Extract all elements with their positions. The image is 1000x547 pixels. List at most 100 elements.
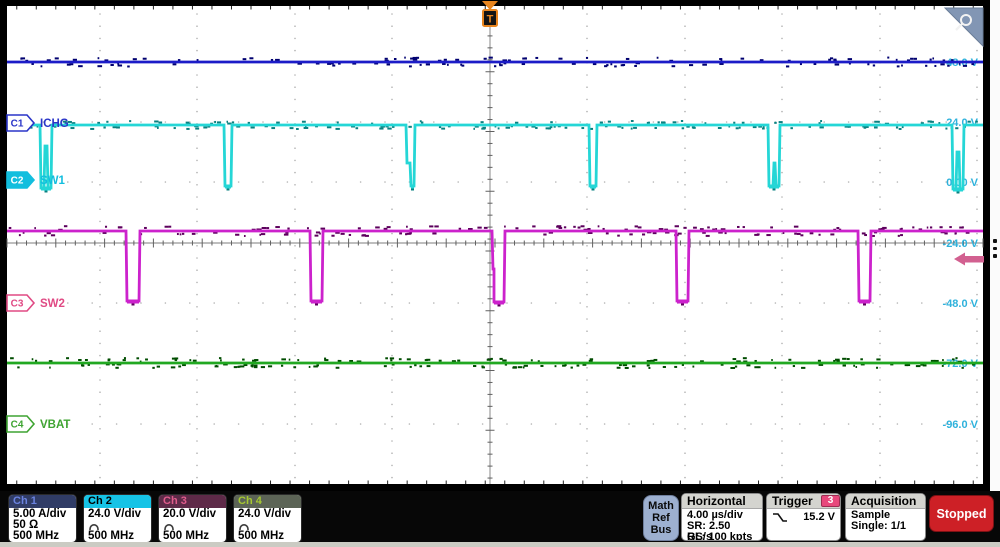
channel-badge-ch1[interactable]: Ch 15.00 A/div50 Ω500 MHz	[8, 494, 77, 543]
trace-noise	[189, 359, 191, 361]
channel-badge-ch4[interactable]: Ch 424.0 V/div500 MHz	[233, 494, 302, 543]
run-stop-button[interactable]: Stopped	[929, 495, 994, 532]
grid-dot	[781, 257, 783, 259]
trace-noise	[98, 57, 100, 59]
trace-noise	[9, 227, 12, 229]
trace-noise	[741, 58, 745, 60]
grid-dot	[775, 423, 777, 425]
grid-dot	[976, 172, 978, 174]
trigger-panel[interactable]: Trigger 3 15.2 V	[766, 493, 841, 541]
trace-noise	[635, 225, 638, 227]
trigger-level-arrow[interactable]	[954, 253, 984, 266]
channel-marker-c1[interactable]: C1ICHG	[7, 115, 69, 131]
trace-noise	[874, 127, 878, 129]
grid-dot	[586, 13, 588, 15]
menu-dot	[993, 239, 997, 243]
trace-noise	[55, 57, 59, 59]
grid-dot	[391, 245, 393, 247]
grid-dot	[294, 318, 296, 320]
grid-dot	[684, 38, 686, 40]
grid-dot	[391, 13, 393, 15]
grid-dot	[196, 245, 198, 247]
acquisition-panel[interactable]: Acquisition Sample Single: 1/1	[845, 493, 926, 541]
grid-dot	[684, 221, 686, 223]
grid-dot	[294, 428, 296, 430]
trace-noise	[578, 227, 581, 229]
trace-noise	[770, 226, 773, 228]
channel-bandwidth: 500 MHz	[13, 531, 72, 542]
math-ref-bus-button[interactable]: Math Ref Bus	[643, 495, 679, 541]
grid-dot	[879, 355, 881, 357]
trace-noise	[261, 233, 265, 235]
grid-dot	[586, 86, 588, 88]
trace-noise	[623, 364, 627, 366]
trace-noise	[356, 127, 359, 129]
waveform-display[interactable]: 48.0 V24.0 V0.00 V-24.0 V-48.0 V-72.0 V-…	[7, 6, 983, 484]
grid-dot	[196, 318, 198, 320]
trace-noise	[324, 359, 328, 361]
grid-dot	[976, 452, 978, 454]
grid-dot	[823, 423, 825, 425]
grid-dot	[391, 367, 393, 369]
grid-dot	[976, 269, 978, 271]
channel-badge-body: 24.0 V/div500 MHz	[234, 508, 301, 542]
trace-noise	[64, 225, 67, 227]
grid-dot	[196, 147, 198, 149]
grid-dot	[196, 25, 198, 27]
grid-dot	[586, 330, 588, 332]
trace-noise	[912, 226, 914, 228]
trace-noise	[499, 358, 502, 360]
grid-dot	[391, 282, 393, 284]
trace-noise	[455, 59, 459, 61]
grid-dot	[555, 181, 557, 183]
trace-noise	[494, 65, 496, 67]
grid-dot	[879, 172, 881, 174]
grid-dot	[781, 416, 783, 418]
grid-dot	[294, 416, 296, 418]
grid-dot	[879, 428, 881, 430]
more-options-icon[interactable]	[992, 239, 998, 258]
grid-dot	[586, 135, 588, 137]
grid-dot	[294, 477, 296, 479]
grid-dot	[976, 318, 978, 320]
trace-noise	[633, 127, 637, 129]
grid-dot	[604, 121, 606, 123]
channel-marker-c2[interactable]: C2SW1	[7, 172, 66, 188]
channel-marker-c3[interactable]: C3SW2	[7, 295, 65, 311]
grid-dot	[409, 423, 411, 425]
grid-dot	[482, 181, 484, 183]
grid-dot	[781, 50, 783, 52]
grid-dot	[976, 379, 978, 381]
trace-noise	[248, 122, 250, 124]
trace-noise	[518, 366, 523, 368]
channel-marker-c4[interactable]: C4VBAT	[7, 416, 70, 432]
grid-dot	[586, 282, 588, 284]
grid-dot	[781, 99, 783, 101]
channel-badge-ch3[interactable]: Ch 320.0 V/div500 MHz	[158, 494, 227, 543]
horizontal-panel[interactable]: Horizontal 4.00 µs/div SR: 2.50 GS/s RL:…	[681, 493, 763, 541]
trigger-position-flag[interactable]: T	[482, 1, 498, 26]
grid-dot	[99, 465, 101, 467]
trace-noise	[124, 357, 126, 359]
trace-noise	[675, 225, 679, 227]
grid-dot	[196, 355, 198, 357]
trace-noise	[78, 359, 82, 361]
grid-dot	[294, 221, 296, 223]
grid-dot	[391, 428, 393, 430]
grid-dot	[921, 181, 923, 183]
grid-dot	[872, 121, 874, 123]
grid-dot	[781, 294, 783, 296]
grid-dot	[586, 160, 588, 162]
channel-badge-ch2[interactable]: Ch 224.0 V/div500 MHz	[83, 494, 152, 543]
zoom-overview-icon[interactable]	[945, 8, 983, 46]
trace-noise	[143, 58, 147, 60]
grid-dot	[391, 147, 393, 149]
grid-dot	[701, 423, 703, 425]
grid-dot	[262, 302, 264, 304]
trace-noise	[863, 304, 866, 306]
trace-noise	[268, 365, 272, 367]
trace-noise	[47, 232, 51, 234]
grid-dot	[294, 86, 296, 88]
grid-dot	[879, 391, 881, 393]
trace-noise	[118, 226, 123, 228]
